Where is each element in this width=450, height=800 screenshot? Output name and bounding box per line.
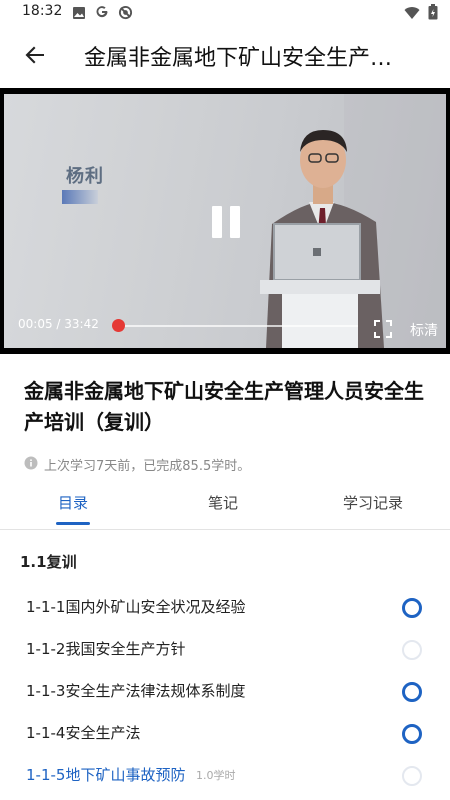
pause-icon-bar-left <box>212 206 222 238</box>
video-progress-track[interactable] <box>118 325 358 327</box>
pause-button[interactable] <box>212 206 244 240</box>
google-icon <box>94 4 110 24</box>
lesson-item[interactable]: 1-1-1国内外矿山安全状况及经验 <box>0 596 450 638</box>
fullscreen-button[interactable] <box>374 320 394 340</box>
lesson-status-icon <box>402 766 422 786</box>
quality-button[interactable]: 标清 <box>410 320 438 340</box>
lesson-label: 1-1-1国内外矿山安全状况及经验 <box>26 598 246 616</box>
lesson-label: 1-1-4安全生产法 <box>26 724 141 742</box>
video-player[interactable]: 杨利 00:05 / 33:42 标清 <box>0 88 450 354</box>
video-time: 00:05 / 33:42 <box>18 317 99 331</box>
lesson-label: 1-1-2我国安全生产方针 <box>26 640 186 658</box>
tab-catalog[interactable]: 目录 <box>13 492 133 513</box>
fullscreen-icon <box>374 320 392 342</box>
study-info: 上次学习7天前，已完成85.5学时。 <box>24 455 250 474</box>
app-bar: 金属非金属地下矿山安全生产… <box>0 24 450 88</box>
image-icon <box>72 5 86 24</box>
course-title: 金属非金属地下矿山安全生产管理人员安全生产培训（复训） <box>24 379 424 434</box>
battery-icon <box>428 4 438 24</box>
tab-study-record[interactable]: 学习记录 <box>313 492 433 513</box>
wifi-icon <box>404 5 420 24</box>
active-tab-indicator <box>56 522 90 525</box>
pause-icon-bar-right <box>230 206 240 238</box>
lesson-item[interactable]: 1-1-4安全生产法 <box>0 722 450 764</box>
study-info-text: 上次学习7天前，已完成85.5学时。 <box>44 459 251 474</box>
lesson-status-icon <box>402 682 422 702</box>
lesson-status-icon <box>402 724 422 744</box>
arrow-left-icon <box>24 44 46 70</box>
video-progress-knob[interactable] <box>112 319 125 332</box>
lesson-hours: 1.0学时 <box>196 769 236 782</box>
status-bar: 18:32 <box>0 0 450 24</box>
lesson-status-icon <box>402 640 422 660</box>
lesson-status-icon <box>402 598 422 618</box>
back-button[interactable] <box>20 42 50 72</box>
status-icons-right <box>404 4 438 24</box>
lesson-item-current[interactable]: 1-1-5地下矿山事故预防 1.0学时 <box>0 764 450 800</box>
no-tracking-icon <box>118 5 133 24</box>
info-icon <box>24 456 38 474</box>
lesson-item[interactable]: 1-1-3安全生产法律法规体系制度 <box>0 680 450 722</box>
speaker-name: 杨利 <box>66 166 104 187</box>
status-time: 18:32 <box>22 3 63 19</box>
page-title: 金属非金属地下矿山安全生产… <box>84 46 393 71</box>
lesson-label: 1-1-3安全生产法律法规体系制度 <box>26 682 246 700</box>
status-icons-left <box>72 4 133 24</box>
tab-bar: 目录 笔记 学习记录 <box>0 488 450 530</box>
lesson-label: 1-1-5地下矿山事故预防 <box>26 766 186 784</box>
tab-notes[interactable]: 笔记 <box>163 492 283 513</box>
speaker-name-bar <box>62 190 98 204</box>
lesson-item[interactable]: 1-1-2我国安全生产方针 <box>0 638 450 680</box>
section-title: 1.1复训 <box>20 553 77 571</box>
